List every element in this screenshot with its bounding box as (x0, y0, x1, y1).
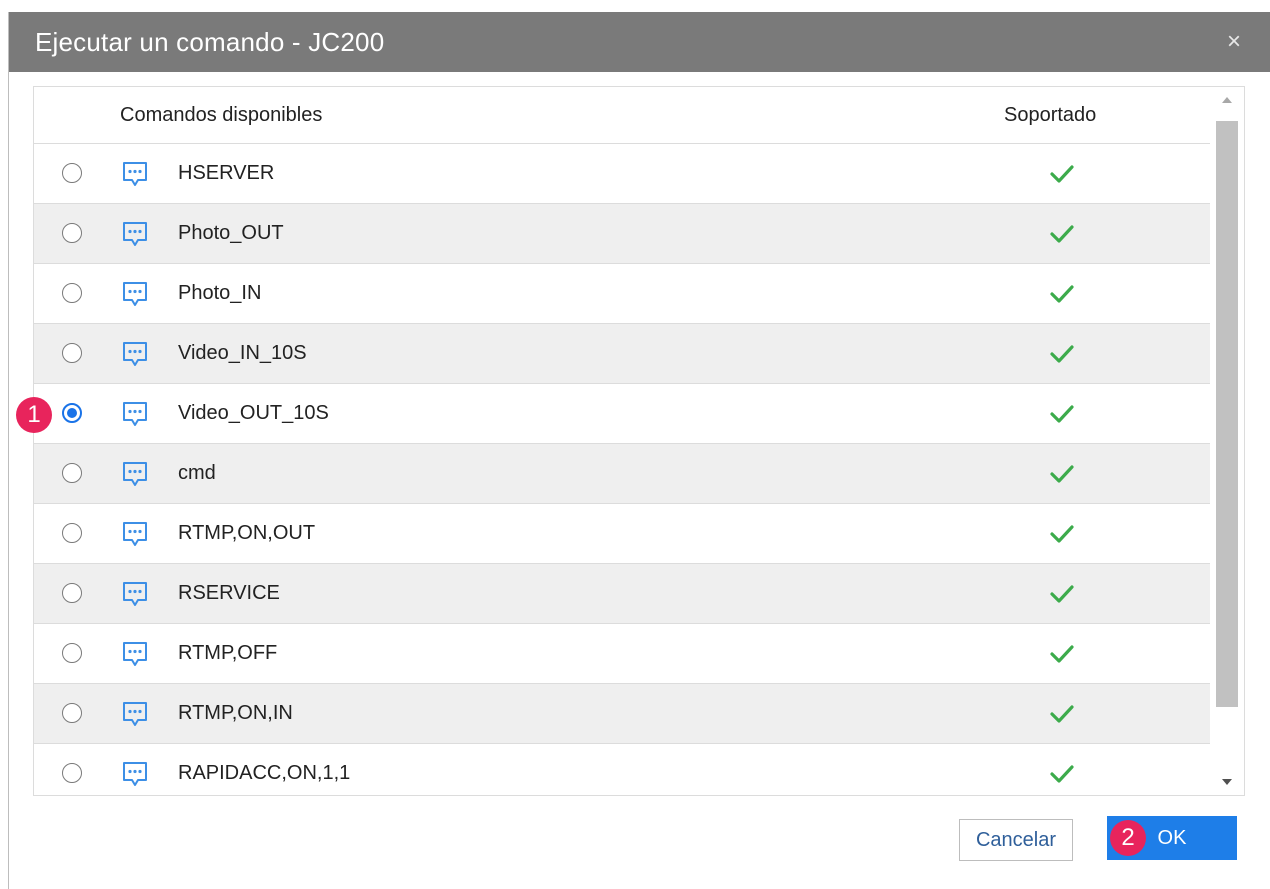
table-row[interactable]: RTMP,ON,IN (34, 684, 1210, 744)
check-icon (1049, 463, 1075, 485)
check-icon (1049, 523, 1075, 545)
commands-table: Comandos disponibles Soportado HSERVER Ph… (33, 86, 1245, 796)
table-row[interactable]: RSERVICE (34, 564, 1210, 624)
table-row[interactable]: RTMP,OFF (34, 624, 1210, 684)
command-name: Video_OUT_10S (178, 402, 329, 424)
command-dialog: Ejecutar un comando - JC200 × Comandos d… (8, 12, 1270, 889)
table-body: HSERVER Photo_OUT Photo_IN Video_IN_10S Vide… (34, 144, 1210, 795)
message-dots-icon (120, 519, 150, 549)
command-name: HSERVER (178, 162, 275, 184)
check-icon (1049, 763, 1075, 785)
row-radio-button[interactable] (62, 523, 82, 543)
table-header: Comandos disponibles Soportado (34, 87, 1210, 144)
message-dots-icon (120, 459, 150, 489)
table-row[interactable]: HSERVER (34, 144, 1210, 204)
message-dots-icon (120, 579, 150, 609)
message-dots-icon (120, 399, 150, 429)
check-icon (1049, 343, 1075, 365)
dialog-title: Ejecutar un comando - JC200 (35, 27, 385, 57)
check-icon (1049, 163, 1075, 185)
message-dots-icon (120, 699, 150, 729)
row-radio-button[interactable] (62, 763, 82, 783)
command-name: Photo_OUT (178, 222, 284, 244)
command-name: Photo_IN (178, 282, 262, 304)
row-radio-button[interactable] (62, 403, 82, 423)
row-radio-button[interactable] (62, 703, 82, 723)
dialog-titlebar: Ejecutar un comando - JC200 × (9, 12, 1270, 72)
cancel-button[interactable]: Cancelar (959, 819, 1073, 861)
message-dots-icon (120, 639, 150, 669)
table-row[interactable]: Video_IN_10S (34, 324, 1210, 384)
row-radio-button[interactable] (62, 643, 82, 663)
row-radio-button[interactable] (62, 223, 82, 243)
check-icon (1049, 583, 1075, 605)
scroll-up-arrow-icon[interactable] (1210, 87, 1244, 115)
table-row[interactable]: Video_OUT_10S (34, 384, 1210, 444)
column-header-command: Comandos disponibles (120, 104, 323, 126)
row-radio-button[interactable] (62, 463, 82, 483)
table-row[interactable]: Photo_OUT (34, 204, 1210, 264)
command-name: Video_IN_10S (178, 342, 307, 364)
step-badge-2: 2 (1110, 820, 1146, 856)
row-radio-button[interactable] (62, 163, 82, 183)
step-badge-1: 1 (16, 397, 52, 433)
check-icon (1049, 643, 1075, 665)
command-name: RTMP,ON,IN (178, 702, 293, 724)
message-dots-icon (120, 219, 150, 249)
command-name: RSERVICE (178, 582, 280, 604)
command-name: RAPIDACC,ON,1,1 (178, 762, 351, 784)
row-radio-button[interactable] (62, 283, 82, 303)
vertical-scrollbar[interactable] (1210, 87, 1244, 795)
table-row[interactable]: cmd (34, 444, 1210, 504)
message-dots-icon (120, 279, 150, 309)
scroll-down-arrow-icon[interactable] (1210, 767, 1244, 795)
check-icon (1049, 703, 1075, 725)
command-name: cmd (178, 462, 216, 484)
check-icon (1049, 283, 1075, 305)
command-name: RTMP,OFF (178, 642, 278, 664)
row-radio-button[interactable] (62, 343, 82, 363)
close-icon[interactable]: × (1227, 12, 1241, 72)
table-row[interactable]: RTMP,ON,OUT (34, 504, 1210, 564)
message-dots-icon (120, 159, 150, 189)
row-radio-button[interactable] (62, 583, 82, 603)
command-name: RTMP,ON,OUT (178, 522, 316, 544)
check-icon (1049, 223, 1075, 245)
column-header-supported: Soportado (1004, 104, 1097, 126)
table-row[interactable]: Photo_IN (34, 264, 1210, 324)
message-dots-icon (120, 759, 150, 789)
table-row[interactable]: RAPIDACC,ON,1,1 (34, 744, 1210, 795)
message-dots-icon (120, 339, 150, 369)
scrollbar-thumb[interactable] (1216, 121, 1238, 707)
check-icon (1049, 403, 1075, 425)
